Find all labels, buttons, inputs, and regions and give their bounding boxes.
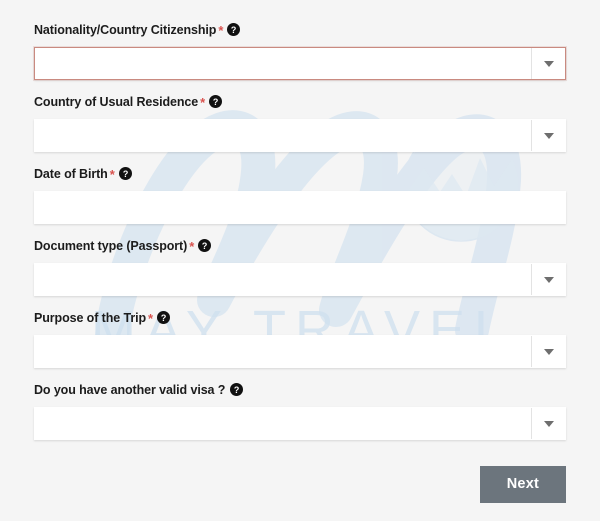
label-text: Document type (Passport) [34, 239, 188, 253]
input-date-of-birth-wrapper[interactable] [34, 191, 566, 224]
select-document-type-passport[interactable] [34, 263, 566, 296]
label-date-of-birth: Date of Birth *? [34, 166, 566, 184]
help-circle-icon[interactable]: ? [198, 239, 212, 256]
select-nationality-country-citizenship[interactable] [34, 47, 566, 80]
required-asterisk: * [109, 167, 115, 182]
required-asterisk: * [189, 239, 195, 254]
form-footer: Next [479, 466, 566, 503]
help-circle-icon[interactable]: ? [156, 311, 170, 328]
label-text: Date of Birth [34, 167, 108, 181]
select-country-of-usual-residence[interactable] [34, 119, 566, 152]
dropdown-toggle[interactable] [531, 408, 565, 439]
label-text: Country of Usual Residence [34, 95, 199, 109]
field-date-of-birth: Date of Birth *? [34, 166, 566, 224]
select-another-valid-visa[interactable] [34, 407, 566, 440]
select-purpose-of-the-trip[interactable] [34, 335, 566, 368]
required-asterisk: * [148, 311, 153, 326]
dropdown-toggle[interactable] [531, 264, 565, 295]
label-country-of-usual-residence: Country of Usual Residence *? [34, 94, 566, 112]
help-circle-icon[interactable]: ? [229, 383, 243, 400]
visa-application-form: Nationality/Country Citizenship *? Countr… [0, 0, 600, 440]
dropdown-toggle[interactable] [531, 120, 565, 151]
label-document-type-passport: Document type (Passport) *? [34, 238, 566, 256]
label-purpose-of-the-trip: Purpose of the Trip *? [34, 310, 566, 328]
help-circle-icon[interactable]: ? [227, 23, 241, 40]
svg-text:?: ? [234, 385, 239, 395]
label-text: Purpose of the Trip [34, 311, 146, 325]
field-nationality-country-citizenship: Nationality/Country Citizenship *? [34, 22, 566, 80]
field-another-valid-visa: Do you have another valid visa ? ? [34, 382, 566, 440]
svg-text:?: ? [202, 241, 207, 251]
svg-text:?: ? [213, 97, 218, 107]
help-circle-icon[interactable]: ? [118, 167, 132, 184]
next-button[interactable]: Next [479, 466, 566, 503]
chevron-down-icon [543, 60, 554, 67]
chevron-down-icon [543, 132, 554, 139]
field-purpose-of-the-trip: Purpose of the Trip *? [34, 310, 566, 368]
required-asterisk: * [218, 23, 224, 38]
label-another-valid-visa: Do you have another valid visa ? ? [34, 382, 566, 400]
svg-text:?: ? [231, 25, 236, 35]
label-text: Do you have another valid visa ? [34, 383, 226, 397]
help-circle-icon[interactable]: ? [209, 95, 223, 112]
chevron-down-icon [543, 420, 554, 427]
svg-text:?: ? [161, 313, 166, 323]
required-asterisk: * [200, 95, 206, 110]
field-document-type-passport: Document type (Passport) *? [34, 238, 566, 296]
field-country-of-usual-residence: Country of Usual Residence *? [34, 94, 566, 152]
svg-text:?: ? [122, 169, 127, 179]
dropdown-toggle[interactable] [531, 336, 565, 367]
label-text: Nationality/Country Citizenship [34, 23, 217, 37]
dropdown-toggle[interactable] [531, 48, 565, 79]
chevron-down-icon [543, 276, 554, 283]
chevron-down-icon [543, 348, 554, 355]
label-nationality-country-citizenship: Nationality/Country Citizenship *? [34, 22, 566, 40]
